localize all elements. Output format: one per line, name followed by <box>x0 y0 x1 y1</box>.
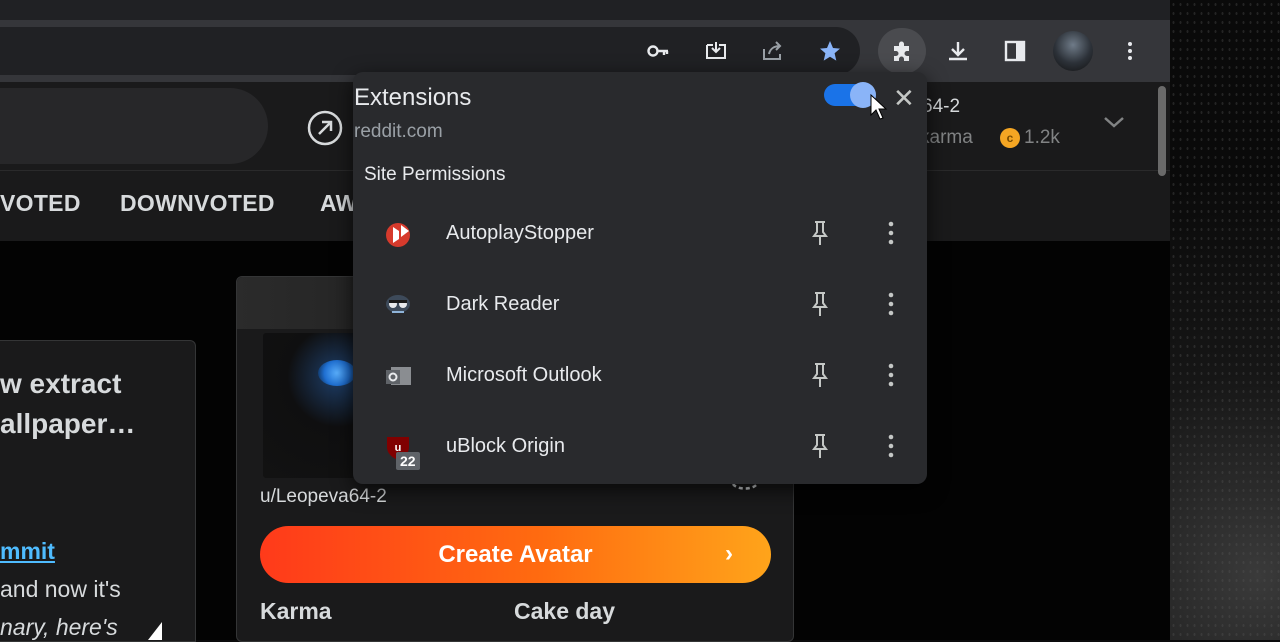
post-text-line: and now it's <box>0 576 121 602</box>
key-icon[interactable] <box>641 34 675 68</box>
header-username[interactable]: 64-2 <box>922 96 960 118</box>
page-scrollbar[interactable] <box>1158 86 1166 176</box>
popular-arrow-icon[interactable] <box>306 109 344 152</box>
profile-avatar-image <box>260 330 366 481</box>
mouse-pointer-icon <box>870 93 888 125</box>
more-vert-icon[interactable] <box>881 430 901 462</box>
pin-icon[interactable] <box>808 219 832 247</box>
cake-day-label: Cake day <box>514 598 616 624</box>
coin-count: 1.2k <box>1024 127 1060 148</box>
side-panel-icon[interactable] <box>998 34 1032 68</box>
profile-username: u/Leopeva64-2 <box>260 486 387 507</box>
post-title[interactable]: w extract allpaper… <box>0 364 135 444</box>
extension-name: Dark Reader <box>446 293 560 315</box>
mouse-pointer <box>148 622 162 640</box>
coin-icon: c <box>1000 128 1020 148</box>
cat-eye <box>318 360 356 386</box>
more-vert-icon[interactable] <box>881 359 901 391</box>
pin-icon[interactable] <box>808 290 832 318</box>
tab-downvoted[interactable]: DOWNVOTED <box>120 190 275 217</box>
extension-row[interactable]: AutoplayStopper <box>353 199 927 270</box>
reddit-search-bar[interactable] <box>0 88 268 164</box>
desktop-wallpaper <box>1170 0 1280 640</box>
chevron-right-icon: › <box>725 540 733 567</box>
extension-row[interactable]: Microsoft Outlook <box>353 341 927 412</box>
site-permissions-heading: Site Permissions <box>364 164 506 185</box>
close-icon[interactable]: ✕ <box>893 83 915 114</box>
more-menu-icon[interactable] <box>1113 34 1147 68</box>
extension-name: uBlock Origin <box>446 435 565 457</box>
download-icon[interactable] <box>941 34 975 68</box>
header-karma: karma <box>920 127 973 148</box>
more-vert-icon[interactable] <box>881 217 901 249</box>
extension-name: AutoplayStopper <box>446 222 594 244</box>
extensions-puzzle-icon[interactable] <box>885 34 919 68</box>
outlook-icon <box>383 361 413 391</box>
extension-name: Microsoft Outlook <box>446 364 602 386</box>
pin-icon[interactable] <box>808 361 832 389</box>
badge-count: 22 <box>396 452 420 470</box>
create-avatar-button[interactable]: Create Avatar › <box>260 526 771 583</box>
autoplaystopper-icon <box>383 219 413 249</box>
post-link[interactable]: mmit <box>0 538 55 565</box>
bookmark-star-icon[interactable] <box>813 34 847 68</box>
extension-row[interactable]: u 22 uBlock Origin <box>353 412 927 483</box>
create-avatar-label: Create Avatar <box>438 540 593 568</box>
extension-row[interactable]: Dark Reader <box>353 270 927 341</box>
dark-reader-icon <box>383 290 413 320</box>
profile-avatar[interactable] <box>1053 31 1093 71</box>
popup-title: Extensions <box>354 84 472 111</box>
more-vert-icon[interactable] <box>881 288 901 320</box>
pin-icon[interactable] <box>808 432 832 460</box>
karma-label: Karma <box>260 598 332 624</box>
post-text-line: nary, here's <box>0 614 118 640</box>
popup-site: reddit.com <box>354 121 443 142</box>
tab-strip <box>0 0 1170 20</box>
tab-upvoted[interactable]: VOTED <box>0 190 81 217</box>
tab-awards[interactable]: AW <box>320 190 358 217</box>
share-icon[interactable] <box>756 34 790 68</box>
install-app-icon[interactable] <box>699 34 733 68</box>
chevron-down-icon[interactable] <box>1100 112 1128 137</box>
